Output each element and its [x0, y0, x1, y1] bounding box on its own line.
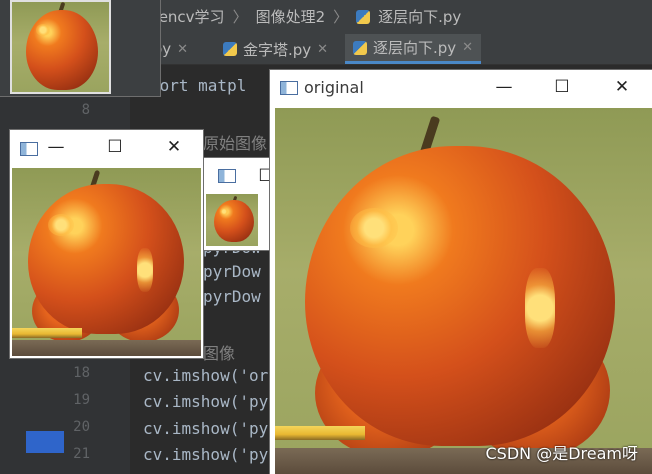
apple-highlight — [48, 214, 74, 236]
tab-file-3[interactable]: 逐层向下.py ✕ — [345, 34, 482, 64]
window-titlebar[interactable]: original — ☐ ✕ — [270, 70, 652, 106]
python-file-icon — [353, 40, 367, 55]
close-icon[interactable]: ✕ — [177, 42, 188, 57]
close-icon[interactable]: ✕ — [317, 42, 328, 57]
apple-highlight — [525, 268, 555, 348]
pencil — [12, 328, 82, 338]
apple-highlight — [220, 208, 228, 215]
code-line[interactable]: port matpl — [150, 76, 246, 95]
image-canvas — [12, 168, 201, 356]
line-number: 19 — [73, 392, 90, 408]
breadcrumb-file[interactable]: 逐层向下.py — [378, 6, 461, 27]
close-icon[interactable]: ✕ — [612, 77, 632, 97]
minimize-icon[interactable]: — — [494, 77, 514, 97]
breadcrumb: opencv学习 〉 图像处理2 〉 逐层向下.py — [140, 6, 461, 27]
code-line[interactable]: pyrDow — [203, 262, 261, 281]
window-titlebar[interactable]: ☐ — [204, 158, 274, 192]
original-image-window[interactable]: original — ☐ ✕ — [270, 70, 652, 474]
code-line[interactable]: cv.imshow('or — [143, 366, 268, 385]
python-file-icon — [356, 9, 371, 24]
python-file-icon — [223, 42, 237, 56]
tab-label: 逐层向下.py — [373, 39, 457, 57]
apple-highlight — [137, 248, 153, 292]
pyramid-level-window[interactable]: — ☐ ✕ — [10, 130, 203, 358]
close-icon[interactable]: ✕ — [462, 40, 473, 55]
code-line[interactable]: cv.imshow('py — [143, 445, 268, 464]
minimize-icon[interactable]: — — [46, 137, 66, 157]
apple-image — [214, 200, 254, 242]
image-canvas — [206, 194, 258, 246]
pyramid-level-window[interactable] — [0, 0, 160, 96]
tab-label: 金字塔.py — [243, 40, 312, 59]
image-canvas — [275, 108, 652, 474]
line-number: 8 — [81, 102, 90, 118]
table-surface — [12, 340, 201, 356]
breadcrumb-separator: 〉 — [333, 8, 349, 26]
window-titlebar[interactable]: — ☐ ✕ — [10, 130, 203, 166]
code-comment[interactable]: 图像 — [203, 340, 235, 364]
code-line[interactable]: pyrDow — [203, 287, 261, 306]
apple-image — [28, 184, 184, 334]
window-title: original — [304, 78, 364, 97]
tab-file-2[interactable]: 金字塔.py ✕ — [215, 34, 336, 64]
pencil — [275, 426, 365, 440]
apple-highlight — [350, 208, 398, 248]
code-comment[interactable]: 原始图像 — [203, 130, 267, 154]
breadcrumb-folder[interactable]: 图像处理2 — [256, 6, 326, 27]
apple-image — [26, 10, 98, 90]
window-app-icon — [20, 142, 38, 156]
line-number: 18 — [73, 365, 90, 381]
code-line[interactable]: cv.imshow('py — [143, 419, 268, 438]
line-number: 20 — [73, 419, 90, 435]
code-line[interactable]: cv.imshow('py — [143, 392, 268, 411]
window-app-icon — [218, 169, 236, 183]
image-canvas — [10, 0, 111, 94]
close-icon[interactable]: ✕ — [164, 137, 184, 157]
maximize-icon[interactable]: ☐ — [105, 137, 125, 157]
pyramid-level-window[interactable]: ☐ — [204, 158, 274, 250]
apple-image — [305, 146, 615, 446]
line-number: 21 — [73, 446, 90, 462]
apple-highlight — [36, 24, 50, 36]
window-app-icon — [280, 81, 298, 95]
breadcrumb-separator: 〉 — [232, 8, 248, 26]
watermark: CSDN @是Dream呀 — [485, 444, 639, 463]
maximize-icon[interactable]: ☐ — [552, 77, 572, 97]
